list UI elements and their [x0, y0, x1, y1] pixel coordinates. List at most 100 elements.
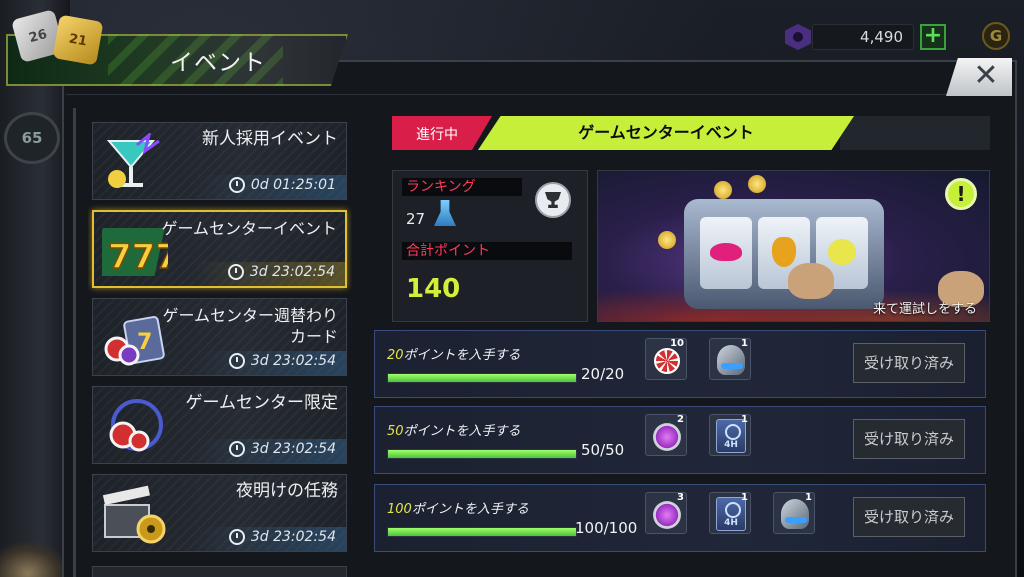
progress-bar [387, 449, 577, 459]
progress-fill [388, 450, 576, 458]
background-wall [0, 0, 70, 577]
reward-row: 50ポイントを入手する 50/50 2 4H 1 受け取り済み [374, 406, 986, 474]
cocktail-icon [101, 130, 167, 193]
trophy-icon [545, 192, 561, 208]
reward-task: 100ポイントを入手する [387, 498, 529, 517]
reward-item[interactable]: 2 [645, 414, 687, 456]
timer-text: 0d 01:25:01 [250, 177, 336, 193]
clock-icon [228, 177, 245, 193]
event-timer: 3d 23:02:54 [227, 264, 335, 280]
reward-points: 20 [387, 348, 404, 363]
item-count: 1 [741, 414, 748, 425]
event-timer: 3d 23:02:54 [228, 529, 336, 545]
ranking-value: 27 [406, 210, 426, 228]
banner-caption: 来て運試しをする [872, 302, 977, 317]
casino-chip-icon [654, 348, 680, 374]
clock-icon [227, 264, 244, 280]
trophy-button[interactable] [535, 182, 571, 218]
event-item-partial[interactable] [92, 566, 347, 577]
event-list: 新人採用イベント 0d 01:25:01 777 ゲームセンターイベント 3d … [88, 116, 352, 577]
bottle-cap-icon [653, 501, 681, 529]
info-alert-icon[interactable]: ! [945, 178, 977, 210]
slot-machine-image [684, 199, 884, 309]
reward-task-text: ポイントを入手する [403, 348, 521, 363]
coin-image [748, 175, 766, 193]
clock-icon [228, 441, 245, 457]
event-header: ゲームセンターイベント [478, 116, 854, 150]
total-points-value: 140 [406, 274, 461, 304]
reward-item[interactable]: 10 [645, 338, 687, 380]
item-count: 1 [741, 338, 748, 349]
item-count: 2 [677, 414, 684, 425]
reward-item[interactable]: 4H 1 [709, 414, 751, 456]
reward-row: 100ポイントを入手する 100/100 3 4H 1 1 受け取り済み [374, 484, 986, 552]
reward-item[interactable]: 4H 1 [709, 492, 751, 534]
event-item-limited[interactable]: ゲームセンター限定 3d 23:02:54 [92, 386, 347, 464]
timer-text: 3d 23:02:54 [250, 529, 336, 545]
reward-points: 50 [387, 424, 404, 439]
event-name: ゲームセンター限定 [185, 393, 339, 413]
slot-777-icon: 777 [94, 222, 180, 282]
event-timer: 3d 23:02:54 [228, 353, 336, 369]
event-name: ゲームセンター週替わりカード [162, 306, 338, 346]
item-count: 1 [805, 492, 812, 503]
list-scrollbar[interactable] [73, 108, 76, 577]
timer-text: 3d 23:02:54 [249, 264, 335, 280]
reward-points: 100 [387, 502, 412, 517]
progress-text: 20/20 [581, 365, 625, 383]
item-count: 10 [670, 338, 684, 349]
event-name: 夜明けの任務 [236, 481, 338, 501]
coin-image [714, 181, 732, 199]
film-clapper-icon [101, 485, 167, 545]
reward-item[interactable]: 1 [773, 492, 815, 534]
total-points-label: 合計ポイント [402, 242, 572, 260]
reward-item[interactable]: 3 [645, 492, 687, 534]
reward-task-text: ポイントを入手する [411, 502, 529, 517]
event-name: 新人採用イベント [202, 129, 338, 149]
add-currency-button[interactable]: + [920, 24, 946, 50]
background-ornament [0, 540, 70, 577]
event-item-weekly-card[interactable]: 7 ゲームセンター週替わりカード 3d 23:02:54 [92, 298, 347, 376]
event-name: ゲームセンターイベント [161, 219, 337, 238]
ranking-label: ランキング [402, 178, 522, 196]
gadget-icon [781, 499, 809, 529]
event-item-game-center[interactable]: 777 ゲームセンターイベント 3d 23:02:54 [92, 210, 347, 288]
chips-card-icon: 7 [101, 309, 167, 369]
event-timer: 3d 23:02:54 [228, 441, 336, 457]
reward-item[interactable]: 1 [709, 338, 751, 380]
event-timer: 0d 01:25:01 [228, 177, 336, 193]
event-item-dawn-mission[interactable]: 夜明けの任務 3d 23:02:54 [92, 474, 347, 552]
roulette-icon [101, 397, 167, 457]
svg-text:7: 7 [137, 330, 152, 355]
progress-bar [387, 527, 577, 537]
progress-bar [387, 373, 577, 383]
coin-icon[interactable]: G [982, 22, 1010, 50]
svg-text:777: 777 [108, 237, 168, 277]
event-item-new-recruit[interactable]: 新人採用イベント 0d 01:25:01 [92, 122, 347, 200]
reward-row: 20ポイントを入手する 20/20 10 1 受け取り済み [374, 330, 986, 398]
reward-task: 20ポイントを入手する [387, 344, 521, 363]
reward-task-text: ポイントを入手する [403, 424, 521, 439]
progress-text: 100/100 [575, 519, 638, 537]
reel-lips [700, 217, 752, 289]
clock-icon [228, 353, 245, 369]
progress-text: 50/50 [581, 441, 625, 459]
gadget-icon [717, 345, 745, 375]
gold-dice-icon: 21 [52, 14, 104, 66]
background-sign: 65 [4, 112, 60, 164]
currency-amount: 4,490 [812, 24, 914, 50]
event-banner[interactable]: 来て運試しをする [597, 170, 990, 322]
item-count: 1 [741, 492, 748, 503]
timer-text: 3d 23:02:54 [250, 353, 336, 369]
bottle-cap-icon [653, 423, 681, 451]
progress-fill [388, 374, 576, 382]
hamster-image [788, 263, 834, 299]
timer-text: 3d 23:02:54 [250, 441, 336, 457]
coin-image [658, 231, 676, 249]
claimed-button[interactable]: 受け取り済み [853, 419, 965, 459]
claimed-button[interactable]: 受け取り済み [853, 343, 965, 383]
page-title: イベント [170, 50, 266, 76]
header-tail [840, 116, 990, 150]
claimed-button[interactable]: 受け取り済み [853, 497, 965, 537]
progress-fill [388, 528, 576, 536]
